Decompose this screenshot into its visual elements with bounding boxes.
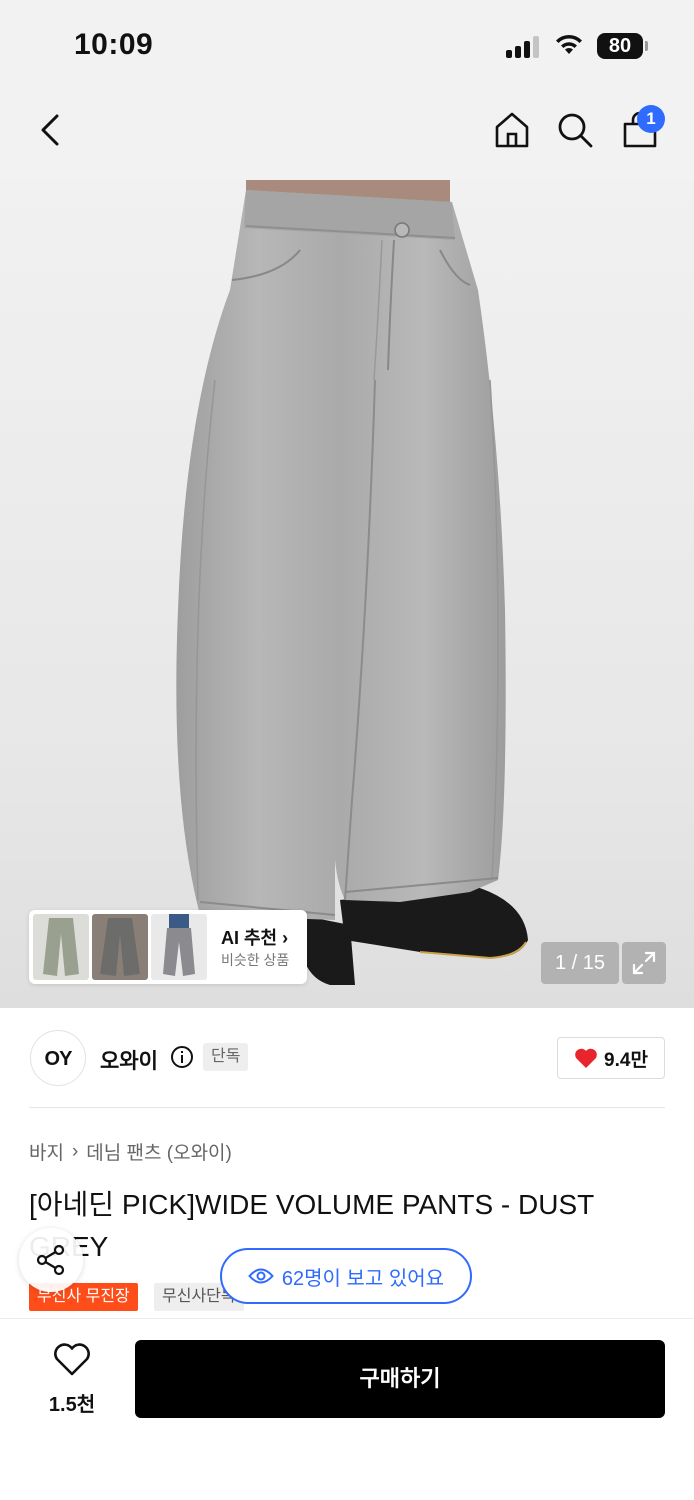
product-photo: [176, 180, 528, 985]
viewers-pill[interactable]: 62명이 보고 있어요: [220, 1248, 472, 1304]
divider: [29, 1107, 665, 1108]
breadcrumb: 바지 › 데님 팬츠 (오와이): [29, 1138, 232, 1165]
image-counter: 1 / 15: [541, 942, 619, 984]
expand-icon[interactable]: [622, 942, 666, 984]
back-icon[interactable]: [30, 108, 70, 152]
status-time: 10:09: [74, 28, 154, 61]
bottom-bar: 1.5천 구매하기: [0, 1318, 694, 1500]
battery-indicator: 80: [597, 33, 643, 59]
info-icon[interactable]: [170, 1045, 194, 1069]
ai-reco-title: AI 추천 ›: [221, 928, 289, 948]
ai-recommend-card[interactable]: AI 추천 › 비슷한 상품: [29, 910, 307, 984]
viewers-text: 62명이 보고 있어요: [281, 1267, 445, 1290]
exclusive-tag: 단독: [203, 1043, 249, 1071]
product-image[interactable]: [0, 180, 694, 1008]
top-nav: [0, 90, 694, 180]
brand-like-button[interactable]: 9.4만: [557, 1037, 665, 1079]
breadcrumb-subcategory[interactable]: 데님 팬츠 (오와이): [86, 1138, 232, 1165]
wishlist-button[interactable]: 1.5천: [36, 1343, 108, 1416]
eye-icon: [248, 1268, 274, 1284]
chevron-right-icon: ›: [71, 1140, 79, 1162]
home-icon[interactable]: [492, 108, 532, 152]
battery-tip: [645, 41, 648, 51]
search-icon[interactable]: [555, 108, 595, 152]
brand-logo[interactable]: OY: [30, 1030, 86, 1086]
wishlist-count: 1.5천: [48, 1394, 96, 1416]
chevron-right-icon: ›: [282, 928, 289, 948]
breadcrumb-category[interactable]: 바지: [29, 1138, 64, 1165]
similar-thumb-2[interactable]: [92, 914, 148, 980]
wifi-icon: [556, 34, 582, 54]
brand-like-count: 9.4만: [604, 1049, 648, 1071]
brand-row: OY 오와이 단독 9.4만: [0, 1008, 694, 1108]
heart-filled-icon: [575, 1048, 597, 1068]
status-bar: 10:09 80: [0, 0, 694, 90]
share-button[interactable]: [19, 1228, 83, 1292]
cart-count-badge: 1: [637, 105, 665, 133]
share-icon: [36, 1244, 65, 1276]
heart-outline-icon: [54, 1343, 90, 1376]
ai-reco-subtitle: 비슷한 상품: [221, 952, 290, 968]
signal-icon: [506, 34, 544, 58]
similar-thumb-3[interactable]: [151, 914, 207, 980]
buy-button[interactable]: 구매하기: [135, 1340, 665, 1418]
brand-name[interactable]: 오와이: [100, 1045, 158, 1075]
similar-thumb-1[interactable]: [33, 914, 89, 980]
